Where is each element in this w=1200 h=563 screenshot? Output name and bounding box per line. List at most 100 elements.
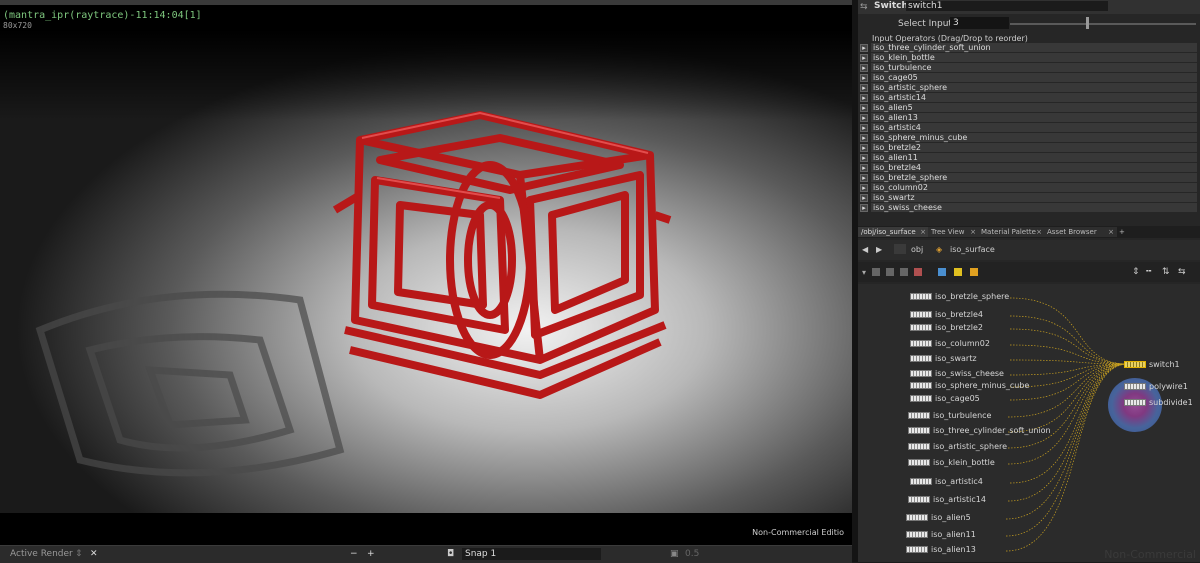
node-box[interactable] — [906, 531, 928, 538]
node-box[interactable] — [908, 412, 930, 419]
input-operator-row[interactable]: ▸ iso_alien5 — [859, 103, 1197, 113]
node-box[interactable] — [908, 496, 930, 503]
network-node[interactable]: iso_artistic_sphere — [908, 442, 1007, 451]
input-operator-name[interactable]: iso_swartz — [871, 193, 1197, 202]
input-operator-row[interactable]: ▸ iso_artistic_sphere — [859, 83, 1197, 93]
input-operator-row[interactable]: ▸ iso_column02 — [859, 183, 1197, 193]
pane-tab[interactable]: /obj/iso_surface × — [858, 227, 929, 237]
input-operator-name[interactable]: iso_alien13 — [871, 113, 1197, 122]
pane-tab[interactable]: Asset Browser × — [1044, 227, 1117, 237]
network-node[interactable]: iso_sphere_minus_cube — [910, 381, 1029, 390]
network-node[interactable]: iso_bretzle2 — [910, 323, 983, 332]
network-node[interactable]: iso_artistic14 — [908, 495, 986, 504]
dots-icon[interactable]: ╍ — [1146, 267, 1151, 277]
polywire-node[interactable]: polywire1 — [1124, 382, 1188, 391]
jump-arrow-icon[interactable]: ▸ — [860, 124, 868, 132]
select-input-slider-handle[interactable] — [1086, 17, 1090, 29]
network-node[interactable]: iso_three_cylinder_soft_union — [908, 426, 1051, 435]
jump-arrow-icon[interactable]: ▸ — [860, 194, 868, 202]
node-box[interactable] — [906, 546, 928, 553]
snap-updown-icon[interactable]: ⇕ — [1132, 267, 1140, 277]
input-operator-row[interactable]: ▸ iso_klein_bottle — [859, 53, 1197, 63]
camera-icon[interactable]: ◘ — [447, 549, 454, 559]
list-icon[interactable] — [886, 268, 894, 276]
network-node[interactable]: iso_cage05 — [910, 394, 980, 403]
note-icon[interactable] — [954, 268, 962, 276]
input-operator-name[interactable]: iso_alien11 — [871, 153, 1197, 162]
close-tab-icon[interactable]: × — [970, 227, 976, 237]
network-node[interactable]: iso_bretzle_sphere — [910, 292, 1009, 301]
input-operator-name[interactable]: iso_column02 — [871, 183, 1197, 192]
color-palette-icon[interactable] — [914, 268, 922, 276]
jump-arrow-icon[interactable]: ▸ — [860, 154, 868, 162]
zoom-out-button[interactable]: − — [350, 549, 358, 559]
tree-icon[interactable] — [872, 268, 880, 276]
node-box[interactable] — [910, 382, 932, 389]
select-input-slider[interactable] — [1010, 23, 1196, 25]
network-node[interactable]: iso_column02 — [910, 339, 990, 348]
path-current[interactable]: iso_surface — [950, 245, 995, 254]
input-operator-row[interactable]: ▸ iso_sphere_minus_cube — [859, 133, 1197, 143]
switch-node[interactable]: switch1 — [1124, 360, 1180, 369]
switch-node-box[interactable] — [1124, 361, 1146, 368]
jump-arrow-icon[interactable]: ▸ — [860, 134, 868, 142]
path-root[interactable]: obj — [911, 245, 923, 254]
input-operator-row[interactable]: ▸ iso_swartz — [859, 193, 1197, 203]
jump-arrow-icon[interactable]: ▸ — [860, 74, 868, 82]
layout-vertical-icon[interactable]: ⇅ — [1162, 267, 1170, 277]
input-operator-name[interactable]: iso_bretzle4 — [871, 163, 1197, 172]
subdivide-node-box[interactable] — [1124, 399, 1146, 406]
jump-arrow-icon[interactable]: ▸ — [860, 54, 868, 62]
back-arrow-icon[interactable]: ◀ — [862, 245, 868, 254]
network-node[interactable]: iso_swiss_cheese — [910, 369, 1004, 378]
polywire-node-box[interactable] — [1124, 383, 1146, 390]
network-node[interactable]: iso_alien5 — [906, 513, 971, 522]
grid-icon[interactable] — [900, 268, 908, 276]
input-operator-name[interactable]: iso_artistic14 — [871, 93, 1197, 102]
node-box[interactable] — [910, 293, 932, 300]
input-operator-name[interactable]: iso_artistic4 — [871, 123, 1197, 132]
close-tab-icon[interactable]: × — [1036, 227, 1042, 237]
input-operator-row[interactable]: ▸ iso_artistic14 — [859, 93, 1197, 103]
node-box[interactable] — [910, 395, 932, 402]
add-tab-button[interactable]: + — [1116, 227, 1131, 237]
input-operator-row[interactable]: ▸ iso_bretzle2 — [859, 143, 1197, 153]
input-operator-name[interactable]: iso_sphere_minus_cube — [871, 133, 1197, 142]
input-operator-name[interactable]: iso_cage05 — [871, 73, 1197, 82]
input-operator-name[interactable]: iso_alien5 — [871, 103, 1197, 112]
network-node[interactable]: iso_swartz — [910, 354, 977, 363]
input-operator-name[interactable]: iso_artistic_sphere — [871, 83, 1197, 92]
input-operator-name[interactable]: iso_klein_bottle — [871, 53, 1197, 62]
node-box[interactable] — [906, 514, 928, 521]
input-operator-row[interactable]: ▸ iso_alien13 — [859, 113, 1197, 123]
node-box[interactable] — [910, 478, 932, 485]
input-operator-row[interactable]: ▸ iso_turbulence — [859, 63, 1197, 73]
pane-tab[interactable]: Tree View × — [928, 227, 979, 237]
select-input-field[interactable]: 3 — [950, 17, 1009, 29]
input-operator-row[interactable]: ▸ iso_alien11 — [859, 153, 1197, 163]
snapshot-icon[interactable]: ▣ — [670, 549, 679, 559]
network-node[interactable]: iso_turbulence — [908, 411, 991, 420]
pane-tab[interactable]: Material Palette × — [978, 227, 1045, 237]
jump-arrow-icon[interactable]: ▸ — [860, 64, 868, 72]
jump-arrow-icon[interactable]: ▸ — [860, 144, 868, 152]
input-operator-name[interactable]: iso_bretzle_sphere — [871, 173, 1197, 182]
jump-arrow-icon[interactable]: ▸ — [860, 84, 868, 92]
info-icon[interactable] — [938, 268, 946, 276]
close-tab-icon[interactable]: × — [920, 227, 926, 237]
jump-arrow-icon[interactable]: ▸ — [860, 184, 868, 192]
jump-arrow-icon[interactable]: ▸ — [860, 164, 868, 172]
chevron-updown-icon[interactable]: ⇕ — [75, 549, 83, 559]
input-operator-name[interactable]: iso_swiss_cheese — [871, 203, 1197, 212]
network-node[interactable]: iso_artistic4 — [910, 477, 983, 486]
node-box[interactable] — [910, 311, 932, 318]
jump-arrow-icon[interactable]: ▸ — [860, 114, 868, 122]
input-operator-row[interactable]: ▸ iso_artistic4 — [859, 123, 1197, 133]
input-operator-name[interactable]: iso_three_cylinder_soft_union — [871, 43, 1197, 52]
node-box[interactable] — [910, 370, 932, 377]
node-box[interactable] — [910, 355, 932, 362]
jump-arrow-icon[interactable]: ▸ — [860, 174, 868, 182]
node-box[interactable] — [910, 324, 932, 331]
node-box[interactable] — [908, 459, 930, 466]
input-operator-row[interactable]: ▸ iso_swiss_cheese — [859, 203, 1197, 213]
